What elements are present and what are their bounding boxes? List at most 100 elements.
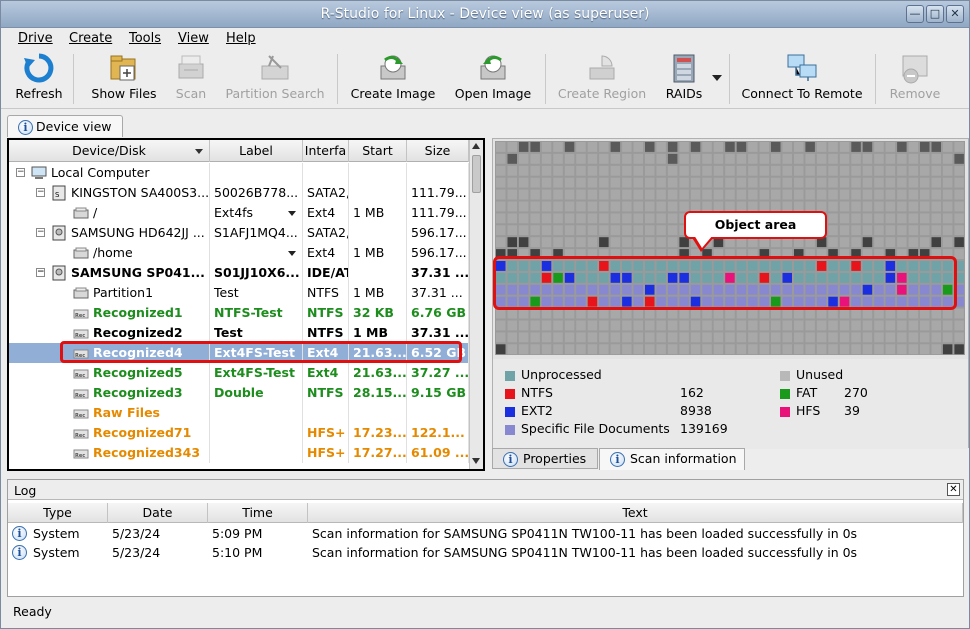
scan-cell[interactable] [518, 320, 529, 331]
scan-cell[interactable] [954, 320, 964, 331]
refresh-button[interactable]: Refresh [11, 52, 67, 106]
scan-cell[interactable] [897, 237, 907, 248]
scan-cell[interactable] [805, 177, 815, 188]
scan-cell[interactable] [885, 142, 896, 152]
scan-cell[interactable] [885, 225, 896, 236]
scan-cell[interactable] [736, 308, 747, 319]
scan-cell[interactable] [759, 320, 770, 331]
column-label[interactable]: Label [210, 140, 303, 162]
scan-cell[interactable] [656, 177, 666, 188]
scan-cell[interactable] [518, 344, 529, 355]
scan-cell[interactable] [908, 213, 919, 224]
scan-cell[interactable] [920, 237, 930, 248]
scan-cell[interactable] [541, 332, 552, 343]
close-icon[interactable]: ✕ [947, 483, 960, 496]
scan-cell[interactable] [874, 153, 884, 164]
scan-cell[interactable] [587, 153, 598, 164]
scan-cell[interactable] [553, 308, 563, 319]
scan-cell[interactable] [667, 213, 678, 224]
scan-cell[interactable] [690, 308, 701, 319]
tree-row[interactable]: − SAMSUNG SP041... S01JJ10X6...IDE/ATAPI, … [9, 263, 469, 283]
scan-cell[interactable] [874, 332, 884, 343]
scan-cell[interactable] [667, 320, 678, 331]
scan-cell[interactable] [667, 153, 678, 164]
scan-cell[interactable] [931, 189, 942, 200]
scan-cell[interactable] [920, 142, 930, 152]
scan-cell[interactable] [897, 320, 907, 331]
scan-cell[interactable] [908, 189, 919, 200]
scan-cell[interactable] [942, 142, 953, 152]
scan-cell[interactable] [576, 213, 586, 224]
scan-cell[interactable] [920, 213, 930, 224]
scan-cell[interactable] [851, 332, 861, 343]
scan-cell[interactable] [518, 153, 529, 164]
scan-cell[interactable] [816, 189, 827, 200]
scan-cell[interactable] [518, 213, 529, 224]
scan-cell[interactable] [862, 237, 873, 248]
scan-cell[interactable] [931, 308, 942, 319]
scan-cell[interactable] [862, 189, 873, 200]
scan-cell[interactable] [633, 225, 644, 236]
scan-cell[interactable] [805, 332, 815, 343]
scan-cell[interactable] [725, 308, 735, 319]
scan-cell[interactable] [942, 153, 953, 164]
scan-cell[interactable] [897, 165, 907, 176]
scan-cell[interactable] [828, 332, 838, 343]
scan-cell[interactable] [564, 225, 575, 236]
scan-cell[interactable] [645, 225, 655, 236]
scan-cell[interactable] [851, 177, 861, 188]
scan-cell[interactable] [862, 320, 873, 331]
scan-cell[interactable] [839, 332, 850, 343]
column-start[interactable]: Start [349, 140, 407, 162]
scan-cell[interactable] [587, 332, 598, 343]
scan-cell[interactable] [702, 165, 712, 176]
scan-cell[interactable] [541, 189, 552, 200]
scan-cell[interactable] [633, 177, 644, 188]
scan-cell[interactable] [931, 332, 942, 343]
scan-cell[interactable] [920, 332, 930, 343]
scan-cell[interactable] [645, 153, 655, 164]
scan-cell[interactable] [599, 165, 609, 176]
scan-cell[interactable] [805, 165, 815, 176]
scan-cell[interactable] [541, 142, 552, 152]
scan-cell[interactable] [736, 344, 747, 355]
scan-cell[interactable] [702, 308, 712, 319]
menu-view[interactable]: View [178, 31, 209, 46]
scan-cell[interactable] [667, 142, 678, 152]
scan-cell[interactable] [931, 344, 942, 355]
scan-cell[interactable] [862, 142, 873, 152]
scan-cell[interactable] [897, 213, 907, 224]
scan-cell[interactable] [576, 177, 586, 188]
scan-cell[interactable] [713, 201, 724, 212]
scan-cell[interactable] [656, 165, 666, 176]
scan-cell[interactable] [874, 344, 884, 355]
scan-cell[interactable] [645, 213, 655, 224]
scan-cell[interactable] [954, 225, 964, 236]
scan-cell[interactable] [897, 201, 907, 212]
scan-cell[interactable] [507, 320, 518, 331]
scan-cell[interactable] [610, 225, 621, 236]
scan-cell[interactable] [736, 201, 747, 212]
connect-to-remote-button[interactable]: Connect To Remote [741, 52, 863, 106]
scan-cell[interactable] [862, 332, 873, 343]
scan-cell[interactable] [759, 142, 770, 152]
scan-cell[interactable] [748, 165, 758, 176]
scan-cell[interactable] [954, 165, 964, 176]
scan-cell[interactable] [736, 153, 747, 164]
scan-cell[interactable] [518, 201, 529, 212]
scan-cell[interactable] [908, 153, 919, 164]
scan-cell[interactable] [496, 201, 506, 212]
scan-cell[interactable] [931, 320, 942, 331]
scan-cell[interactable] [713, 344, 724, 355]
scan-cell[interactable] [633, 165, 644, 176]
tree-row[interactable]: Rec Recognized1 NTFS-Test NTFS 32 KB 6.76 GB [9, 303, 469, 323]
scan-cell[interactable] [839, 201, 850, 212]
scan-cell[interactable] [816, 201, 827, 212]
scan-cell[interactable] [553, 142, 563, 152]
scan-cell[interactable] [576, 344, 586, 355]
raids-button[interactable]: RAIDs [661, 52, 707, 106]
tree-scrollbar[interactable] [469, 140, 483, 469]
maximize-icon[interactable]: □ [926, 5, 944, 23]
scan-cell[interactable] [954, 189, 964, 200]
scan-cell[interactable] [805, 308, 815, 319]
